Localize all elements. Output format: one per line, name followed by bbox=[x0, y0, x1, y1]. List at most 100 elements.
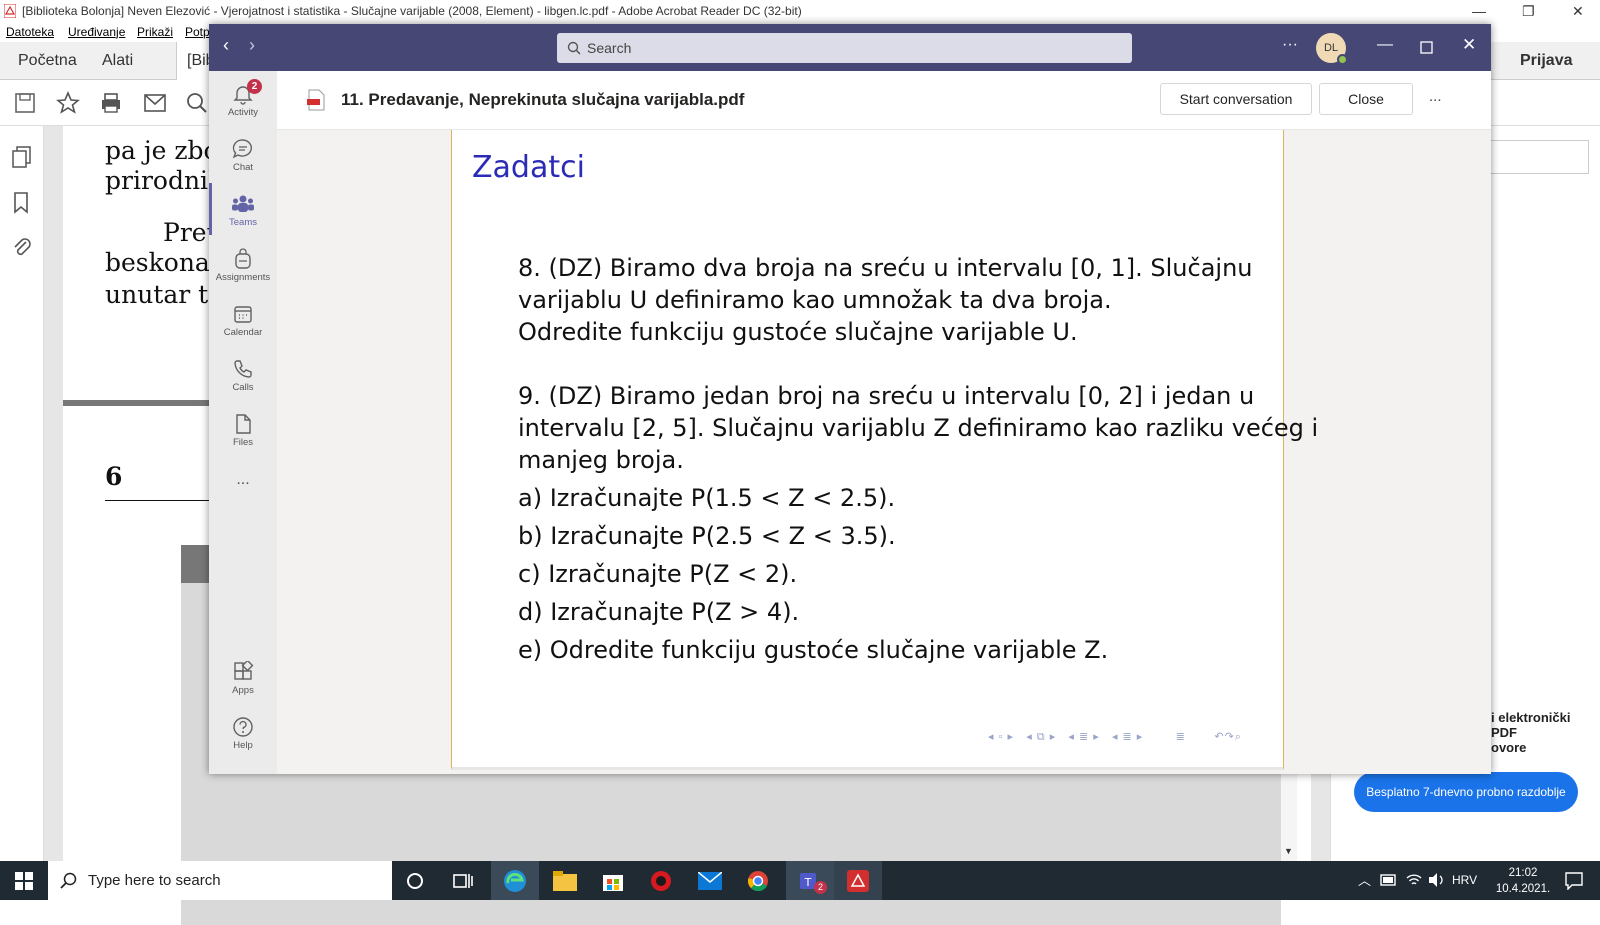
close-button[interactable]: Close bbox=[1319, 83, 1413, 115]
rail-label: Files bbox=[232, 437, 254, 448]
mail-icon[interactable] bbox=[144, 94, 166, 112]
notifications-icon[interactable] bbox=[1565, 872, 1583, 890]
acrobat-logo-icon bbox=[4, 4, 16, 18]
taskbar-search-box[interactable]: Type here to search bbox=[48, 861, 392, 900]
tab-alati[interactable]: Alati bbox=[102, 52, 133, 70]
close-icon[interactable]: ✕ bbox=[1462, 35, 1476, 55]
tab-pocetna[interactable]: Početna bbox=[18, 52, 77, 70]
pdf-slide: Zadatci 8. (DZ) Biramo dva broja na sreć… bbox=[451, 130, 1318, 770]
windows-taskbar: Type here to search T 2 ︿ HRV 21:02 10.4… bbox=[0, 861, 1600, 900]
teams-window: ‹ › Search ··· DL — ✕ Activity 2 Chat Te… bbox=[209, 24, 1491, 774]
pdf-file-icon bbox=[307, 89, 325, 111]
scroll-down-icon[interactable]: ▼ bbox=[1284, 846, 1293, 856]
battery-icon[interactable] bbox=[1380, 874, 1398, 886]
taskbar-edge[interactable] bbox=[491, 861, 539, 900]
slide-line: varijablu U definiramo kao umnožak ta dv… bbox=[518, 286, 1112, 314]
header-more-icon[interactable]: ... bbox=[1429, 88, 1442, 105]
teams-search-box[interactable]: Search bbox=[557, 33, 1132, 63]
menu-prikazi[interactable]: Prikaži bbox=[137, 25, 173, 39]
right-panel-input[interactable] bbox=[1489, 140, 1589, 174]
page-number: 6 bbox=[105, 462, 123, 491]
rail-label: Activity bbox=[227, 107, 259, 118]
save-icon[interactable] bbox=[14, 92, 36, 114]
slide-line: e) Odredite funkciju gustoće slučajne va… bbox=[518, 636, 1109, 664]
more-options-icon[interactable]: ··· bbox=[1282, 36, 1298, 54]
rail-help[interactable]: Help bbox=[209, 716, 277, 751]
chat-icon bbox=[232, 139, 252, 159]
menu-potpis[interactable]: Potp bbox=[185, 25, 210, 39]
page-figure-header bbox=[181, 545, 211, 583]
attachment-icon[interactable] bbox=[12, 236, 32, 258]
signin-link[interactable]: Prijava bbox=[1520, 52, 1572, 70]
edge-icon bbox=[504, 870, 526, 892]
slide-line: 9. (DZ) Biramo jedan broj na sreću u int… bbox=[518, 382, 1255, 410]
acrobat-title-text: [Biblioteka Bolonja] Neven Elezović - Vj… bbox=[22, 4, 802, 18]
rail-label: Teams bbox=[229, 217, 257, 228]
help-icon bbox=[233, 717, 253, 737]
slide-line: b) Izračunajte P(2.5 < Z < 3.5). bbox=[518, 522, 896, 550]
security-app-icon[interactable] bbox=[650, 870, 672, 892]
rail-files[interactable]: Files bbox=[209, 413, 277, 448]
taskbar-teams[interactable]: T 2 bbox=[786, 861, 834, 900]
teams-app-rail: Activity 2 Chat Teams Assignments Calend… bbox=[209, 71, 277, 774]
right-panel-line: PDF bbox=[1491, 725, 1517, 740]
slide-line: 8. (DZ) Biramo dva broja na sreću u inte… bbox=[518, 254, 1253, 282]
close-icon[interactable]: ✕ bbox=[1572, 0, 1584, 22]
apps-icon bbox=[234, 661, 254, 680]
file-explorer-icon[interactable] bbox=[553, 871, 577, 891]
tray-chevron-icon[interactable]: ︿ bbox=[1358, 870, 1371, 889]
search-icon bbox=[60, 872, 77, 889]
acrobat-left-rail: ◀ bbox=[0, 126, 56, 861]
teams-search-placeholder: Search bbox=[587, 40, 632, 56]
forward-arrow-icon[interactable]: › bbox=[249, 35, 255, 56]
right-panel-line: ovore bbox=[1491, 740, 1527, 755]
maximize-icon[interactable] bbox=[1420, 41, 1433, 54]
taskbar-acrobat[interactable] bbox=[834, 861, 882, 900]
acrobat-app-icon bbox=[847, 870, 869, 892]
minimize-icon[interactable]: — bbox=[1472, 0, 1486, 22]
trial-button[interactable]: Besplatno 7-dnevno probno razdoblje bbox=[1354, 772, 1578, 812]
slide-line: c) Izračunajte P(Z < 2). bbox=[518, 560, 798, 588]
search-text-icon[interactable] bbox=[186, 92, 208, 114]
acrobat-window-controls: — ❐ ✕ bbox=[1440, 0, 1600, 22]
menu-datoteka[interactable]: Datoteka bbox=[6, 25, 54, 39]
rail-apps[interactable]: Apps bbox=[209, 661, 277, 696]
bookmark-icon[interactable] bbox=[13, 192, 29, 214]
rail-chat[interactable]: Chat bbox=[209, 138, 277, 173]
minimize-icon[interactable]: — bbox=[1377, 36, 1393, 54]
teams-title-bar: ‹ › Search ··· DL — ✕ bbox=[209, 24, 1491, 71]
wifi-icon[interactable] bbox=[1406, 872, 1422, 888]
clock[interactable]: 21:02 10.4.2021. bbox=[1488, 865, 1558, 897]
pages-icon[interactable] bbox=[12, 146, 32, 168]
volume-icon[interactable] bbox=[1428, 872, 1446, 888]
print-icon[interactable] bbox=[100, 92, 122, 114]
menu-uredivanje[interactable]: Uređivanje bbox=[68, 25, 125, 39]
rail-calendar[interactable]: Calendar bbox=[209, 303, 277, 338]
rail-more[interactable]: ... bbox=[209, 471, 277, 489]
rail-teams[interactable]: Teams bbox=[209, 193, 277, 228]
start-conversation-button[interactable]: Start conversation bbox=[1160, 83, 1312, 115]
slide-line: a) Izračunajte P(1.5 < Z < 2.5). bbox=[518, 484, 896, 512]
rail-calls[interactable]: Calls bbox=[209, 358, 277, 393]
beamer-navigation-icons[interactable]: ◂ ▫ ▸ ◂ ⧉ ▸ ◂ ≣ ▸ ◂ ≣ ▸ ≣ ↶↷⌕ bbox=[988, 730, 1242, 744]
right-panel-line: i elektronički bbox=[1491, 710, 1571, 725]
rail-label: Chat bbox=[232, 162, 254, 173]
star-icon[interactable] bbox=[56, 91, 80, 115]
svg-text:T: T bbox=[804, 876, 812, 889]
clock-time: 21:02 bbox=[1508, 867, 1538, 879]
windows-start-icon[interactable] bbox=[15, 872, 33, 890]
page-text-line: unutar to bbox=[105, 280, 224, 309]
phone-icon bbox=[234, 360, 252, 378]
restore-icon[interactable]: ❐ bbox=[1522, 0, 1535, 22]
chrome-icon[interactable] bbox=[747, 870, 769, 892]
back-arrow-icon[interactable]: ‹ bbox=[223, 35, 229, 56]
language-indicator[interactable]: HRV bbox=[1452, 873, 1477, 887]
store-icon[interactable] bbox=[602, 870, 624, 892]
task-view-icon[interactable] bbox=[453, 872, 473, 890]
cortana-icon[interactable] bbox=[406, 872, 424, 890]
mail-app-icon[interactable] bbox=[698, 872, 722, 890]
slide-line: manjeg broja. bbox=[518, 446, 684, 474]
slide-line: d) Izračunajte P(Z > 4). bbox=[518, 598, 800, 626]
rail-activity[interactable]: Activity 2 bbox=[209, 79, 277, 118]
rail-assignments[interactable]: Assignments bbox=[209, 248, 277, 283]
